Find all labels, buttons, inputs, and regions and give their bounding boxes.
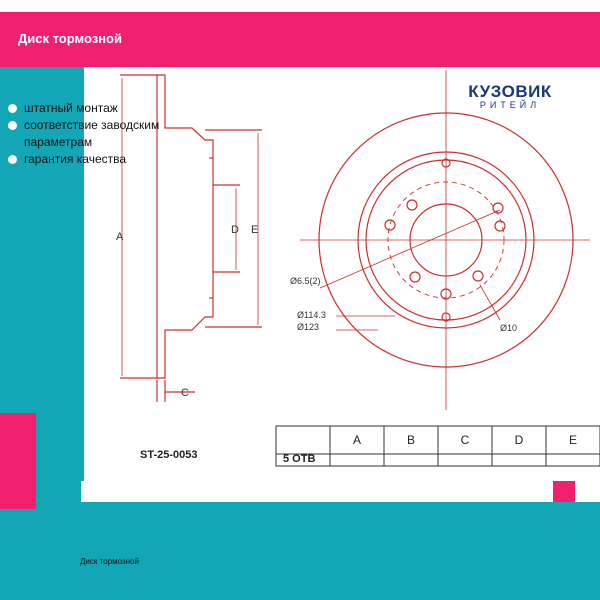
table-row-label: 5 ОТВ (283, 453, 315, 465)
table-header-b: B (407, 433, 415, 447)
feature-item: гарантия качества (8, 151, 198, 168)
part-number: ST-25-0053 (140, 449, 197, 461)
bottom-pink-square (553, 481, 575, 502)
feature-item: соответствие заводским параметрам (8, 117, 198, 151)
bullet-icon (8, 121, 17, 130)
table-header-d: D (515, 433, 524, 447)
page-title: Диск тормозной (18, 31, 122, 46)
logo-main-text: КУЗОВИК (468, 82, 552, 101)
brand-logo: КУЗОВИК РИТЕЙЛ (455, 82, 565, 110)
center-bore-label: Ø123 (297, 322, 319, 332)
bullet-icon (8, 104, 17, 113)
pcd-label: Ø114.3 (297, 310, 326, 320)
feature-list: штатный монтаж соответствие заводским па… (8, 100, 198, 168)
bottom-accent-panel (0, 502, 600, 600)
bullet-icon (8, 155, 17, 164)
hole-dia-label: Ø6.5(2) (290, 276, 321, 286)
dim-d-label: D (231, 224, 239, 236)
dim-e-label: E (251, 224, 258, 236)
dim-a-label: A (116, 231, 124, 243)
bolt-dia-label: Ø10 (500, 323, 517, 333)
feature-item: штатный монтаж (8, 100, 198, 117)
bottom-white-bar (81, 481, 507, 502)
bottom-white-square (511, 481, 535, 502)
table-header-e: E (569, 433, 577, 447)
table-header-a: A (353, 433, 361, 447)
footer-caption: Диск тормозной (80, 557, 139, 566)
table-header-c: C (461, 433, 470, 447)
dim-c-label: C (181, 387, 189, 399)
